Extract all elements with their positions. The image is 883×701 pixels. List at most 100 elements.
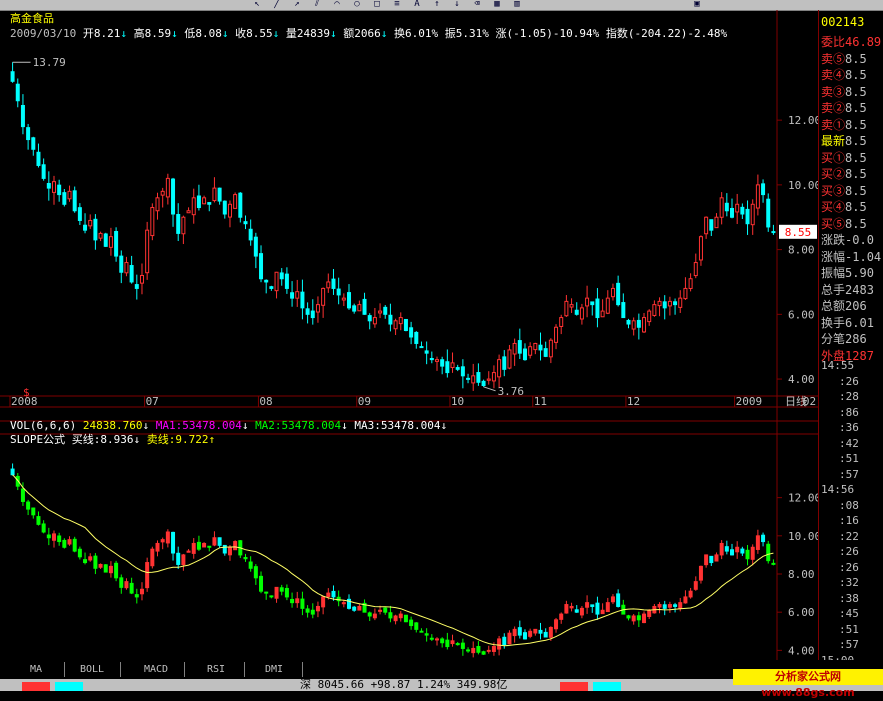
slope-candle-body: [688, 590, 693, 598]
quote-label: 卖④: [821, 68, 846, 82]
slope-candle-body: [761, 534, 766, 543]
slope-candle-body: [491, 646, 496, 652]
candle-body: [450, 362, 455, 369]
slope-candle-body: [585, 602, 590, 608]
slope-candle-body: [678, 602, 683, 609]
slope-candle-body: [51, 533, 56, 541]
slope-candle-body: [657, 604, 662, 608]
candle-body: [150, 207, 155, 237]
candle-body: [424, 350, 429, 354]
candle-body: [564, 300, 569, 317]
slope-candle-body: [517, 627, 522, 636]
y-tick-label: 4.00: [788, 373, 815, 386]
slope-candle-body: [693, 581, 698, 590]
arrow-up-icon[interactable]: ↑: [430, 0, 444, 9]
candle-body: [378, 310, 383, 314]
line-tool-icon[interactable]: ╱: [270, 0, 284, 9]
candle-body: [616, 282, 621, 306]
tick-time: :26: [839, 560, 859, 574]
slope-candle-body: [626, 615, 631, 619]
candle-body: [134, 284, 139, 289]
slope-candle-body: [538, 629, 543, 634]
bars-icon[interactable]: ▥: [510, 0, 524, 9]
tick-time: 14:56: [821, 483, 855, 496]
candle-body: [264, 279, 269, 283]
status-down-block-2: [593, 682, 621, 691]
candle-body: [300, 291, 305, 309]
tab-dmi[interactable]: DMI: [246, 662, 303, 677]
tick-time: :08: [839, 498, 859, 512]
candle-body: [321, 287, 326, 306]
candle-body: [735, 203, 740, 213]
circle-tool-icon[interactable]: ○: [350, 0, 364, 9]
arc-tool-icon[interactable]: ⌒: [330, 0, 344, 9]
quote-row: 总手2483: [821, 282, 874, 298]
slope-y-tick-label: 10.00: [788, 530, 818, 543]
slope-candle-body: [564, 604, 569, 614]
slope-candle-body: [388, 612, 393, 619]
arrow-down-icon[interactable]: ↓: [450, 0, 464, 9]
candle-body: [51, 181, 56, 193]
status-down-block: [55, 682, 83, 691]
min-price-label: 3.76: [498, 385, 525, 398]
slope-candle-body: [378, 609, 383, 612]
slope-candle-body: [595, 602, 600, 615]
candle-body: [160, 190, 165, 196]
eraser-icon[interactable]: ⌫: [470, 0, 484, 9]
candle-body: [165, 177, 170, 198]
slope-candle-body: [393, 615, 398, 622]
tab-rsi[interactable]: RSI: [188, 662, 245, 677]
tick-time: :16: [839, 514, 859, 527]
grid-icon[interactable]: ▦: [490, 0, 504, 9]
slope-candle-body: [673, 604, 678, 607]
fibonacci-icon[interactable]: ≡: [390, 0, 404, 9]
candle-body: [460, 366, 465, 377]
slope-candle-body: [471, 647, 476, 654]
candle-body: [196, 195, 201, 209]
candle-body: [10, 71, 15, 82]
kline-chart-svg[interactable]: 12.00 10.00 8.00 6.00 4.00 12.00 10.00 8.00 6.00…: [0, 10, 818, 660]
quote-value: 8.5: [845, 167, 867, 181]
candle-body: [497, 359, 502, 378]
tab-ma[interactable]: MA: [8, 662, 65, 677]
candle-body: [662, 301, 667, 309]
candle-body: [647, 310, 652, 323]
slope-candle-body: [698, 565, 703, 581]
slope-candle-body: [357, 605, 362, 611]
slope-candle-body: [114, 562, 119, 579]
save-icon[interactable]: ▣: [690, 0, 704, 9]
slope-candle-body: [403, 614, 408, 623]
open-value: 8.21: [93, 27, 121, 40]
candle-body: [253, 236, 258, 257]
tick-time: :86: [839, 405, 859, 419]
quote-value: 8.5: [845, 183, 867, 198]
channel-tool-icon[interactable]: ⫽: [310, 0, 324, 9]
slope-candle-body: [497, 638, 502, 650]
candle-body: [714, 216, 719, 229]
slope-candle-body: [145, 562, 150, 589]
ray-tool-icon[interactable]: ↗: [290, 0, 304, 9]
candle-body: [559, 317, 564, 327]
rect-tool-icon[interactable]: □: [370, 0, 384, 9]
quote-value: 8.5: [845, 150, 867, 165]
tab-boll[interactable]: BOLL: [64, 662, 121, 677]
candle-body: [331, 278, 336, 289]
bar-date: 2009/03/10: [10, 27, 77, 40]
candle-body: [476, 372, 481, 383]
quote-label: 买①: [821, 150, 846, 165]
candle-body: [233, 194, 238, 209]
candle-body: [295, 291, 300, 299]
slope-candle-body: [719, 542, 724, 556]
candle-body: [114, 230, 119, 257]
cursor-icon[interactable]: ↖: [250, 0, 264, 9]
y-tick-label: 6.00: [788, 308, 815, 321]
x-tick-label: 11: [534, 395, 547, 408]
tab-macd[interactable]: MACD: [128, 662, 185, 677]
candle-body: [217, 187, 222, 202]
candle-body: [362, 298, 367, 315]
slope-candle-body: [434, 638, 439, 641]
slope-candle-body: [704, 554, 709, 566]
text-tool-icon[interactable]: A: [410, 0, 424, 9]
slope-candle-body: [134, 594, 139, 598]
slope-candle-body: [331, 590, 336, 598]
